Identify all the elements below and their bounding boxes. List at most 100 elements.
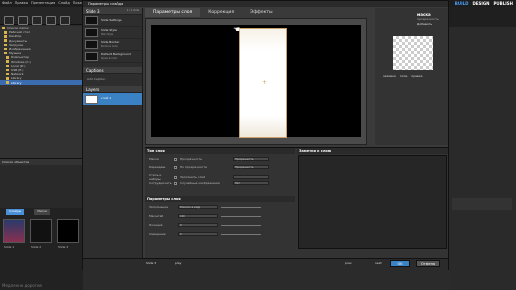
row-option: Заполнить слой bbox=[180, 175, 206, 179]
param-slider[interactable] bbox=[221, 224, 261, 226]
layout-item[interactable]: Slide Style Main Style bbox=[83, 27, 142, 39]
row-select[interactable]: Нет bbox=[233, 181, 269, 185]
layer-item[interactable]: слой 1 bbox=[83, 93, 142, 105]
notes-textarea[interactable] bbox=[298, 155, 447, 249]
param-label: Позиция bbox=[149, 223, 163, 227]
menu-item[interactable]: Презентация bbox=[31, 1, 55, 6]
folder-icon bbox=[4, 51, 7, 55]
publish-icon[interactable] bbox=[46, 16, 56, 25]
play-button[interactable]: play bbox=[175, 261, 181, 265]
hand-cursor-icon: ☚ bbox=[233, 25, 241, 34]
crosshair-icon: + bbox=[262, 79, 268, 86]
dialog-tabs: Параметры слоя Коррекция Эффекты bbox=[145, 8, 367, 17]
folder-icon bbox=[6, 64, 9, 68]
menu-item[interactable]: Правка bbox=[15, 1, 28, 6]
footer-slide-label: Slide 3 bbox=[146, 261, 157, 265]
save-icon[interactable] bbox=[18, 16, 28, 25]
layers-header: Layers bbox=[83, 86, 142, 93]
row-checkbox[interactable] bbox=[174, 175, 177, 179]
param-slider[interactable] bbox=[221, 233, 261, 235]
layout-thumb bbox=[85, 40, 98, 49]
object-list-title: Список объектов bbox=[0, 159, 83, 165]
tree-item-label: Library bbox=[11, 80, 22, 85]
row-checkbox[interactable] bbox=[174, 181, 177, 185]
folder-icon bbox=[6, 68, 9, 72]
slides-tabs: Слайды Маски bbox=[0, 209, 83, 215]
edit-button[interactable]: правка bbox=[411, 74, 422, 78]
param-row: Смещение 0 bbox=[149, 232, 261, 236]
row-option: По прозрачности bbox=[180, 165, 207, 169]
slide-label-1: Slide 1 bbox=[4, 245, 15, 249]
menu-item[interactable]: Слайд bbox=[58, 1, 70, 6]
row-label: Карандаш bbox=[149, 165, 166, 169]
row-checkbox[interactable] bbox=[174, 165, 177, 169]
mode-tab[interactable]: DESIGN bbox=[472, 1, 489, 6]
layout-thumb bbox=[85, 52, 98, 61]
mode-tab[interactable]: BUILD bbox=[455, 1, 469, 6]
row-select[interactable] bbox=[233, 175, 269, 179]
folder-icon bbox=[6, 56, 9, 59]
ok-button[interactable]: OK bbox=[390, 260, 410, 267]
layout-thumb bbox=[85, 16, 98, 25]
param-label: Масштаб bbox=[149, 214, 164, 218]
slide-thumb-3[interactable] bbox=[57, 219, 79, 243]
folder-icon bbox=[4, 35, 7, 38]
folder-icon bbox=[6, 77, 9, 80]
folder-icon bbox=[2, 26, 5, 30]
param-slider[interactable] bbox=[221, 206, 261, 208]
slide-label-3: Slide 3 bbox=[58, 245, 69, 249]
param-field[interactable]: 100 bbox=[178, 214, 218, 218]
slide-count: 1 / 1 slide bbox=[126, 9, 139, 12]
lower-settings: Тип слоя Заметки к слою Маска Прозрачност… bbox=[145, 147, 448, 259]
layout-list: Slide Settings Slide Style Main Style Slide… bbox=[83, 15, 142, 63]
preview-icon[interactable] bbox=[32, 16, 42, 25]
preview-canvas[interactable]: + ☚ bbox=[145, 18, 367, 145]
tab-layer-options[interactable]: Параметры слоя bbox=[145, 8, 201, 17]
folder-icon bbox=[4, 39, 7, 42]
mode-tab[interactable]: PUBLISH bbox=[494, 1, 514, 6]
right-panel bbox=[449, 7, 516, 290]
tab-masks[interactable]: Маски bbox=[34, 209, 51, 215]
tab-effects[interactable]: Эффекты bbox=[242, 8, 281, 17]
row-checkbox[interactable] bbox=[174, 157, 177, 161]
layout-item[interactable]: Slide Border Border & Color bbox=[83, 39, 142, 51]
cancel-button[interactable]: Отмена bbox=[416, 260, 440, 267]
slide-thumb-2[interactable] bbox=[30, 219, 52, 243]
settings-icon[interactable] bbox=[60, 16, 70, 25]
layout-item[interactable]: Default Background Styles & Color bbox=[83, 51, 142, 63]
layer-image[interactable]: + bbox=[239, 28, 287, 138]
menu-item[interactable]: Файл bbox=[2, 1, 12, 6]
tab-slides[interactable]: Слайды bbox=[6, 209, 25, 215]
status-text: Медленно дорогие bbox=[2, 283, 43, 288]
param-field[interactable]: 0 bbox=[178, 232, 218, 236]
row-select[interactable]: Прозрачность bbox=[233, 157, 269, 161]
layer-type-row: Маска Прозрачность Прозрачность bbox=[149, 157, 269, 161]
layout-name: Slide Settings bbox=[101, 17, 122, 22]
param-field[interactable]: Вписать в кадр bbox=[178, 205, 218, 209]
right-panel-header bbox=[449, 7, 516, 27]
props-add-button[interactable]: Добавить bbox=[417, 22, 432, 26]
layout-item[interactable]: Slide Settings bbox=[83, 15, 142, 27]
param-slider[interactable] bbox=[221, 215, 261, 217]
props-sub: прозрачность bbox=[417, 17, 439, 21]
right-slide-nav bbox=[452, 198, 512, 210]
param-field[interactable]: 0 bbox=[178, 223, 218, 227]
prev-button[interactable]: prev bbox=[345, 261, 352, 265]
slide-thumb-1[interactable] bbox=[3, 219, 25, 243]
row-label: Стиль и наборы bbox=[149, 173, 162, 181]
row-select[interactable]: Прозрачность bbox=[233, 165, 269, 169]
tree-item[interactable]: Library bbox=[0, 80, 83, 85]
param-row: Масштаб 100 bbox=[149, 214, 261, 218]
layer-thumb bbox=[85, 94, 98, 104]
open-icon[interactable] bbox=[4, 16, 14, 25]
tab-correction[interactable]: Коррекция bbox=[200, 8, 242, 17]
layout-text: Slide Style Main Style bbox=[101, 29, 117, 36]
next-button[interactable]: next bbox=[375, 261, 382, 265]
field-button[interactable]: поле bbox=[400, 74, 408, 78]
slide-header: Slide 3 1 / 1 slide bbox=[83, 8, 142, 15]
folder-icon bbox=[6, 60, 9, 63]
add-caption[interactable]: Add Caption bbox=[83, 74, 142, 86]
layout-sub: Styles & Color bbox=[101, 56, 118, 60]
fill-button[interactable]: заливка bbox=[383, 74, 396, 78]
layer-type-row: Стиль и наборы Заполнить слой bbox=[149, 173, 269, 181]
